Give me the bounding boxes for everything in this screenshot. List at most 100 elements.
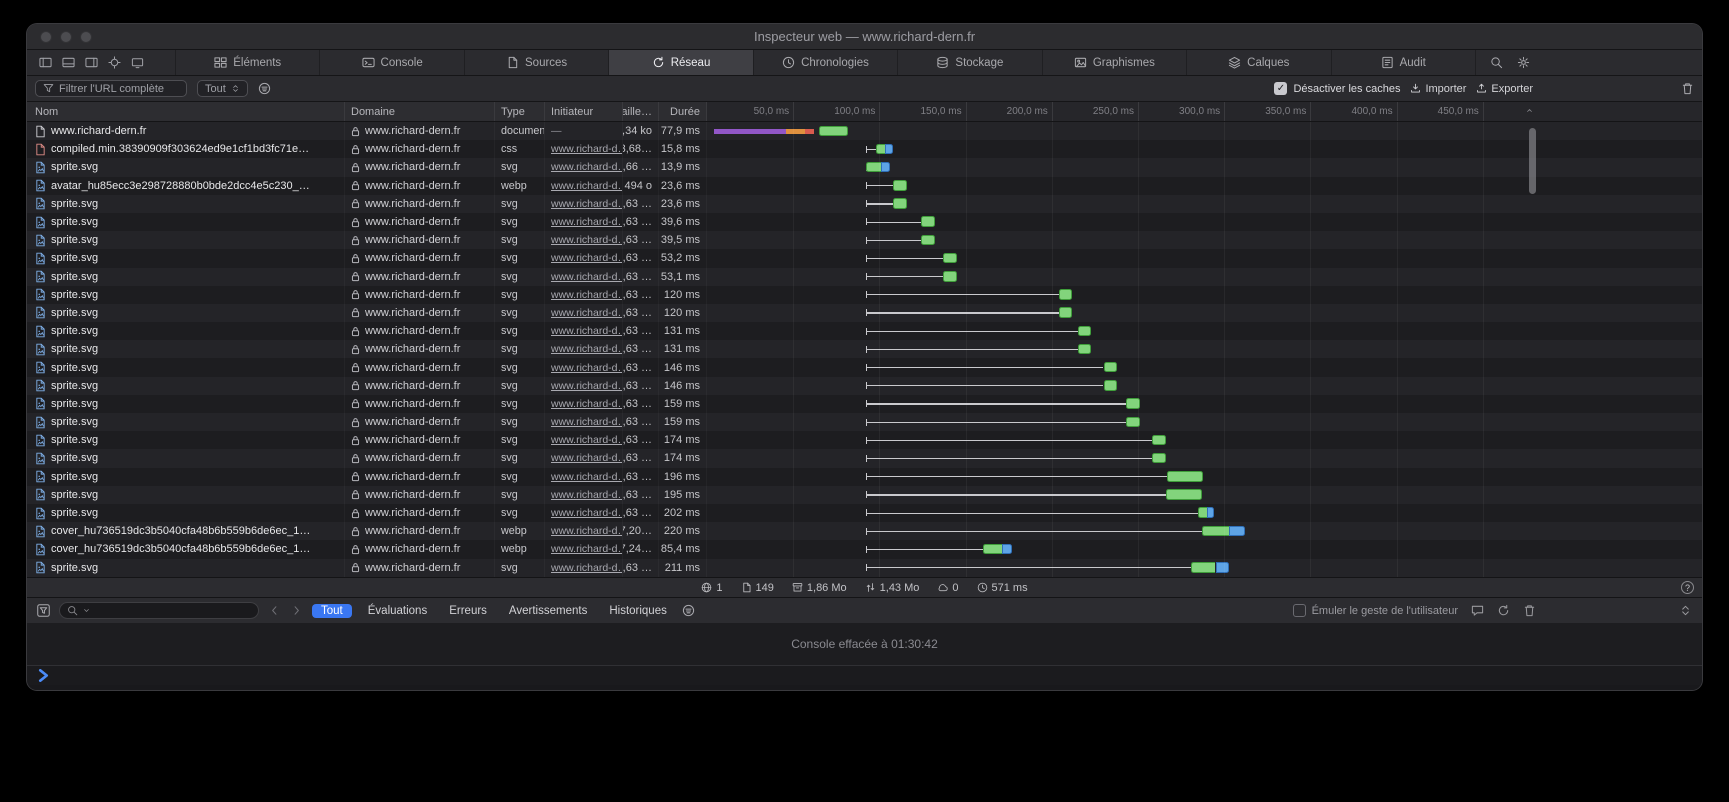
element-picker-icon[interactable]	[108, 56, 121, 69]
initiator-link[interactable]: www.richard-d…	[551, 452, 623, 464]
initiator-link[interactable]: www.richard-d…	[551, 252, 623, 264]
network-request-row[interactable]: sprite.svgwww.richard-dern.frsvgwww.rich…	[27, 559, 1702, 577]
network-request-row[interactable]: sprite.svgwww.richard-dern.frsvgwww.rich…	[27, 249, 1702, 267]
initiator-link[interactable]: www.richard-d…	[551, 543, 623, 555]
network-request-row[interactable]: sprite.svgwww.richard-dern.frsvgwww.rich…	[27, 486, 1702, 504]
gear-icon[interactable]	[1517, 56, 1530, 69]
console-filter-button[interactable]	[37, 604, 50, 617]
scroll-top-chevron-icon[interactable]	[1525, 106, 1534, 115]
initiator-link[interactable]: www.richard-d…	[551, 507, 623, 519]
console-scope-tout[interactable]: Tout	[312, 604, 352, 618]
help-button[interactable]: ?	[1681, 581, 1694, 594]
console-search-input[interactable]	[59, 602, 259, 619]
initiator-link[interactable]: www.richard-d…	[551, 307, 623, 319]
network-request-row[interactable]: sprite.svgwww.richard-dern.frsvgwww.rich…	[27, 340, 1702, 358]
waterfall-scrollbar-thumb[interactable]	[1529, 128, 1536, 194]
network-request-row[interactable]: avatar_hu85ecc3e298728880b0bde2dcc4e5c23…	[27, 177, 1702, 195]
url-filter-input[interactable]: Filtrer l'URL complète	[35, 80, 187, 97]
network-request-row[interactable]: www.richard-dern.frwww.richard-dern.frdo…	[27, 122, 1702, 140]
initiator-link[interactable]: www.richard-d…	[551, 289, 623, 301]
tab-network[interactable]: Réseau	[608, 50, 752, 75]
initiator-link[interactable]: www.richard-d…	[551, 398, 623, 410]
export-button[interactable]: Exporter	[1476, 83, 1533, 95]
dock-bottom-icon[interactable]	[62, 56, 75, 69]
resize-console-icon[interactable]	[1679, 604, 1692, 617]
column-header-type[interactable]: Type	[495, 102, 545, 121]
console-scope-avertissements[interactable]: Avertissements	[503, 604, 593, 618]
network-request-row[interactable]: sprite.svgwww.richard-dern.frsvgwww.rich…	[27, 431, 1702, 449]
network-request-row[interactable]: sprite.svgwww.richard-dern.frsvgwww.rich…	[27, 358, 1702, 376]
network-request-row[interactable]: sprite.svgwww.richard-dern.frsvgwww.rich…	[27, 231, 1702, 249]
column-header-name[interactable]: Nom	[27, 102, 345, 121]
network-request-row[interactable]: sprite.svgwww.richard-dern.frsvgwww.rich…	[27, 449, 1702, 467]
initiator-link[interactable]: www.richard-d…	[551, 434, 623, 446]
console-scope-historiques[interactable]: Historiques	[603, 604, 673, 618]
initiator-link[interactable]: www.richard-d…	[551, 198, 623, 210]
emulate-user-gesture-checkbox[interactable]: Émuler le geste de l'utilisateur	[1293, 604, 1458, 617]
initiator-link[interactable]: www.richard-d…	[551, 234, 623, 246]
resource-type-select[interactable]: Tout	[197, 80, 248, 97]
initiator-link[interactable]: www.richard-d…	[551, 271, 623, 283]
zoom-button[interactable]	[80, 31, 92, 43]
initiator-link[interactable]: www.richard-d…	[551, 180, 623, 192]
close-button[interactable]	[40, 31, 52, 43]
console-prompt[interactable]	[27, 665, 1702, 685]
tab-storage[interactable]: Stockage	[897, 50, 1041, 75]
column-header-initiator[interactable]: Initiateur	[545, 102, 623, 121]
tab-graphics[interactable]: Graphismes	[1042, 50, 1186, 75]
initiator-link[interactable]: www.richard-d…	[551, 416, 623, 428]
network-request-row[interactable]: sprite.svgwww.richard-dern.frsvgwww.rich…	[27, 195, 1702, 213]
disable-caches-checkbox[interactable]: ✓ Désactiver les caches	[1274, 82, 1400, 95]
column-header-domain[interactable]: Domaine	[345, 102, 495, 121]
tab-timelines[interactable]: Chronologies	[753, 50, 897, 75]
tab-console[interactable]: Console	[319, 50, 463, 75]
window-titlebar[interactable]: Inspecteur web — www.richard-dern.fr	[27, 24, 1702, 50]
tab-layers[interactable]: Calques	[1186, 50, 1330, 75]
initiator-link[interactable]: www.richard-d…	[551, 161, 623, 173]
column-header-duration[interactable]: Durée	[659, 102, 707, 121]
minimize-button[interactable]	[60, 31, 72, 43]
history-forward-icon[interactable]	[290, 604, 303, 617]
initiator-link[interactable]: www.richard-d…	[551, 325, 623, 337]
dock-side-icon[interactable]	[39, 56, 52, 69]
initiator-link[interactable]: www.richard-d…	[551, 362, 623, 374]
network-request-row[interactable]: sprite.svgwww.richard-dern.frsvgwww.rich…	[27, 304, 1702, 322]
network-request-row[interactable]: cover_hu736519dc3b5040cfa48b6b559b6de6ec…	[27, 522, 1702, 540]
network-request-row[interactable]: sprite.svgwww.richard-dern.frsvgwww.rich…	[27, 213, 1702, 231]
network-request-row[interactable]: sprite.svgwww.richard-dern.frsvgwww.rich…	[27, 468, 1702, 486]
network-request-row[interactable]: sprite.svgwww.richard-dern.frsvgwww.rich…	[27, 413, 1702, 431]
network-request-row[interactable]: sprite.svgwww.richard-dern.frsvgwww.rich…	[27, 158, 1702, 176]
initiator-link[interactable]: www.richard-d…	[551, 471, 623, 483]
initiator-link[interactable]: www.richard-d…	[551, 489, 623, 501]
network-request-row[interactable]: sprite.svgwww.richard-dern.frsvgwww.rich…	[27, 377, 1702, 395]
tab-elements[interactable]: Éléments	[175, 50, 319, 75]
history-back-icon[interactable]	[268, 604, 281, 617]
show-console-tab-icon[interactable]	[1471, 604, 1484, 617]
initiator-link[interactable]: www.richard-d…	[551, 525, 623, 537]
network-request-row[interactable]: sprite.svgwww.richard-dern.frsvgwww.rich…	[27, 286, 1702, 304]
initiator-link[interactable]: www.richard-d…	[551, 380, 623, 392]
import-button[interactable]: Importer	[1410, 83, 1466, 95]
console-scope-evaluations[interactable]: Évaluations	[362, 604, 433, 618]
network-request-row[interactable]: sprite.svgwww.richard-dern.frsvgwww.rich…	[27, 504, 1702, 522]
column-header-size[interactable]: Taille…	[623, 102, 659, 121]
network-request-row[interactable]: cover_hu736519dc3b5040cfa48b6b559b6de6ec…	[27, 540, 1702, 558]
clear-console-trash-icon[interactable]	[1523, 604, 1536, 617]
network-request-row[interactable]: compiled.min.38390909f303624ed9e1cf1bd3f…	[27, 140, 1702, 158]
clear-network-trash-icon[interactable]	[1681, 82, 1694, 95]
preserve-log-refresh-icon[interactable]	[1497, 604, 1510, 617]
console-filter-options-icon[interactable]	[682, 604, 695, 617]
initiator-link[interactable]: www.richard-d…	[551, 343, 623, 355]
initiator-link[interactable]: www.richard-d…	[551, 216, 623, 228]
initiator-link[interactable]: www.richard-d…	[551, 562, 623, 574]
console-scope-erreurs[interactable]: Erreurs	[443, 604, 493, 618]
filter-options-icon[interactable]	[258, 82, 271, 95]
search-icon[interactable]	[1490, 56, 1503, 69]
network-request-row[interactable]: sprite.svgwww.richard-dern.frsvgwww.rich…	[27, 395, 1702, 413]
network-request-row[interactable]: sprite.svgwww.richard-dern.frsvgwww.rich…	[27, 322, 1702, 340]
tab-sources[interactable]: Sources	[464, 50, 608, 75]
device-settings-icon[interactable]	[131, 56, 144, 69]
dock-right-icon[interactable]	[85, 56, 98, 69]
tab-audit[interactable]: Audit	[1331, 50, 1475, 75]
network-request-row[interactable]: sprite.svgwww.richard-dern.frsvgwww.rich…	[27, 268, 1702, 286]
